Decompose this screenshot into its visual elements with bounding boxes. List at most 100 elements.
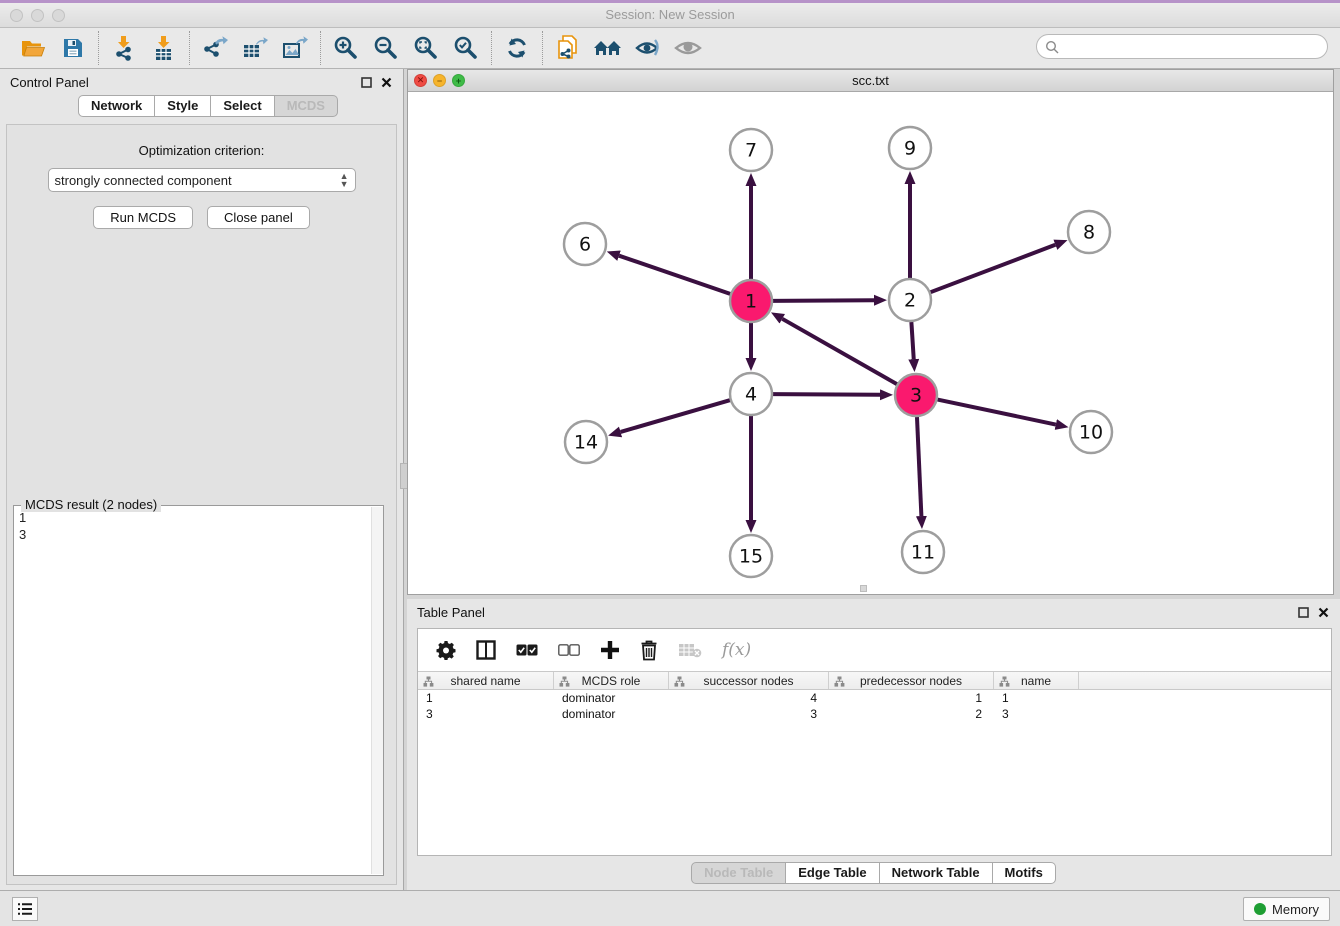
refresh-icon[interactable] [502, 33, 532, 63]
table-cell[interactable]: 1 [418, 690, 554, 706]
tab-mcds[interactable]: MCDS [275, 95, 338, 117]
network-maximize-icon[interactable]: + [452, 74, 465, 87]
table-body: 1dominator4113dominator323 [418, 690, 1331, 722]
tab-style[interactable]: Style [155, 95, 211, 117]
table-cell[interactable]: 1 [829, 690, 994, 706]
control-panel: Control Panel NetworkStyleSelectMCDS Opt… [0, 69, 403, 890]
table-cell[interactable]: 1 [994, 690, 1079, 706]
table-row[interactable]: 1dominator411 [418, 690, 1331, 706]
table-cell[interactable]: dominator [554, 690, 669, 706]
tab-select[interactable]: Select [211, 95, 274, 117]
open-folder-icon[interactable] [18, 33, 48, 63]
hide-details-icon[interactable] [633, 33, 663, 63]
table-row[interactable]: 3dominator323 [418, 706, 1331, 722]
network-window-titlebar[interactable]: ✕ − + scc.txt [408, 70, 1333, 92]
edge-2-3[interactable] [911, 322, 913, 359]
graph-node-label-6: 6 [579, 234, 591, 256]
tab-node-table[interactable]: Node Table [691, 862, 786, 884]
column-header-shared-name[interactable]: shared name [418, 672, 554, 689]
column-header-name[interactable]: name [994, 672, 1079, 689]
trash-icon[interactable] [640, 640, 658, 661]
close-panel-icon[interactable] [380, 76, 393, 89]
tab-edge-table[interactable]: Edge Table [786, 862, 879, 884]
home-icon[interactable] [593, 33, 623, 63]
network-minimize-icon[interactable]: − [433, 74, 446, 87]
graph-node-label-15: 15 [739, 546, 763, 568]
network-window-title: scc.txt [408, 70, 1333, 91]
graph-node-label-9: 9 [904, 138, 916, 160]
run-mcds-button[interactable]: Run MCDS [93, 206, 193, 229]
tab-network-table[interactable]: Network Table [880, 862, 993, 884]
column-header-predecessor-nodes[interactable]: predecessor nodes [829, 672, 994, 689]
task-history-button[interactable] [12, 897, 38, 921]
table-cell[interactable]: dominator [554, 706, 669, 722]
column-header-MCDS-role[interactable]: MCDS role [554, 672, 669, 689]
zoom-out-icon[interactable] [371, 33, 401, 63]
optimization-dropdown[interactable]: strongly connected component ▲▼ [48, 168, 356, 192]
canvas-resize-grip[interactable] [860, 585, 867, 592]
export-table-icon[interactable] [240, 33, 270, 63]
import-network-icon[interactable] [109, 33, 139, 63]
app-titlebar: Session: New Session [0, 3, 1340, 28]
control-panel-title: Control Panel [10, 75, 353, 90]
edge-2-8[interactable] [931, 245, 1056, 292]
mcds-panel: Optimization criterion: strongly connect… [6, 124, 397, 885]
status-bar: Memory [0, 890, 1340, 926]
close-panel-button[interactable]: Close panel [207, 206, 310, 229]
graph-node-label-1: 1 [745, 291, 757, 313]
table-toolbar: f(x) [418, 629, 1331, 671]
table-cell[interactable]: 4 [669, 690, 829, 706]
mcds-result-text[interactable]: 1 3 [15, 507, 370, 874]
graph-node-label-8: 8 [1083, 222, 1095, 244]
tab-motifs[interactable]: Motifs [993, 862, 1056, 884]
edge-3-10[interactable] [938, 400, 1056, 425]
function-icon: f(x) [722, 640, 751, 660]
zoom-in-icon[interactable] [331, 33, 361, 63]
search-input[interactable] [1064, 40, 1327, 54]
edge-1-2[interactable] [773, 300, 874, 301]
network-canvas[interactable]: 7968124314101511 [408, 92, 1333, 594]
network-graph: 7968124314101511 [408, 92, 1333, 595]
edge-1-6[interactable] [619, 256, 730, 294]
edge-4-3[interactable] [773, 394, 880, 395]
zoom-selected-icon[interactable] [451, 33, 481, 63]
float-table-panel-icon[interactable] [1297, 606, 1310, 619]
result-scrollbar[interactable] [371, 507, 383, 874]
columns-icon[interactable] [476, 640, 496, 660]
node-table: f(x) shared nameMCDS rolesuccessor nodes… [417, 628, 1332, 856]
eye-icon[interactable] [673, 33, 703, 63]
close-table-panel-icon[interactable] [1317, 606, 1330, 619]
mcds-result-title: MCDS result (2 nodes) [21, 497, 161, 512]
edge-3-1[interactable] [782, 319, 897, 384]
app-title: Session: New Session [0, 7, 1340, 22]
export-image-icon[interactable] [280, 33, 310, 63]
table-cell[interactable]: 2 [829, 706, 994, 722]
graph-node-label-4: 4 [745, 384, 757, 406]
table-cell[interactable]: 3 [418, 706, 554, 722]
save-icon[interactable] [58, 33, 88, 63]
search-field[interactable] [1036, 34, 1328, 59]
network-close-icon[interactable]: ✕ [414, 74, 427, 87]
gear-icon[interactable] [436, 640, 456, 660]
control-panel-tabs: NetworkStyleSelectMCDS [0, 95, 403, 117]
table-cell[interactable]: 3 [994, 706, 1079, 722]
zoom-fit-icon[interactable] [411, 33, 441, 63]
memory-status-icon [1254, 903, 1266, 915]
import-table-icon[interactable] [149, 33, 179, 63]
deselect-all-icon[interactable] [558, 644, 580, 656]
edge-3-11[interactable] [917, 417, 921, 516]
graph-node-label-7: 7 [745, 140, 757, 162]
select-all-icon[interactable] [516, 644, 538, 656]
main-toolbar [0, 28, 1340, 69]
float-panel-icon[interactable] [360, 76, 373, 89]
table-cell[interactable]: 3 [669, 706, 829, 722]
tab-network[interactable]: Network [78, 95, 155, 117]
table-tabs: Node TableEdge TableNetwork TableMotifs [407, 862, 1340, 884]
add-icon[interactable] [600, 640, 620, 660]
edge-4-14[interactable] [621, 400, 730, 432]
column-header-successor-nodes[interactable]: successor nodes [669, 672, 829, 689]
duplicate-network-icon[interactable] [553, 33, 583, 63]
list-icon [17, 902, 33, 916]
memory-button[interactable]: Memory [1243, 897, 1330, 921]
export-network-icon[interactable] [200, 33, 230, 63]
